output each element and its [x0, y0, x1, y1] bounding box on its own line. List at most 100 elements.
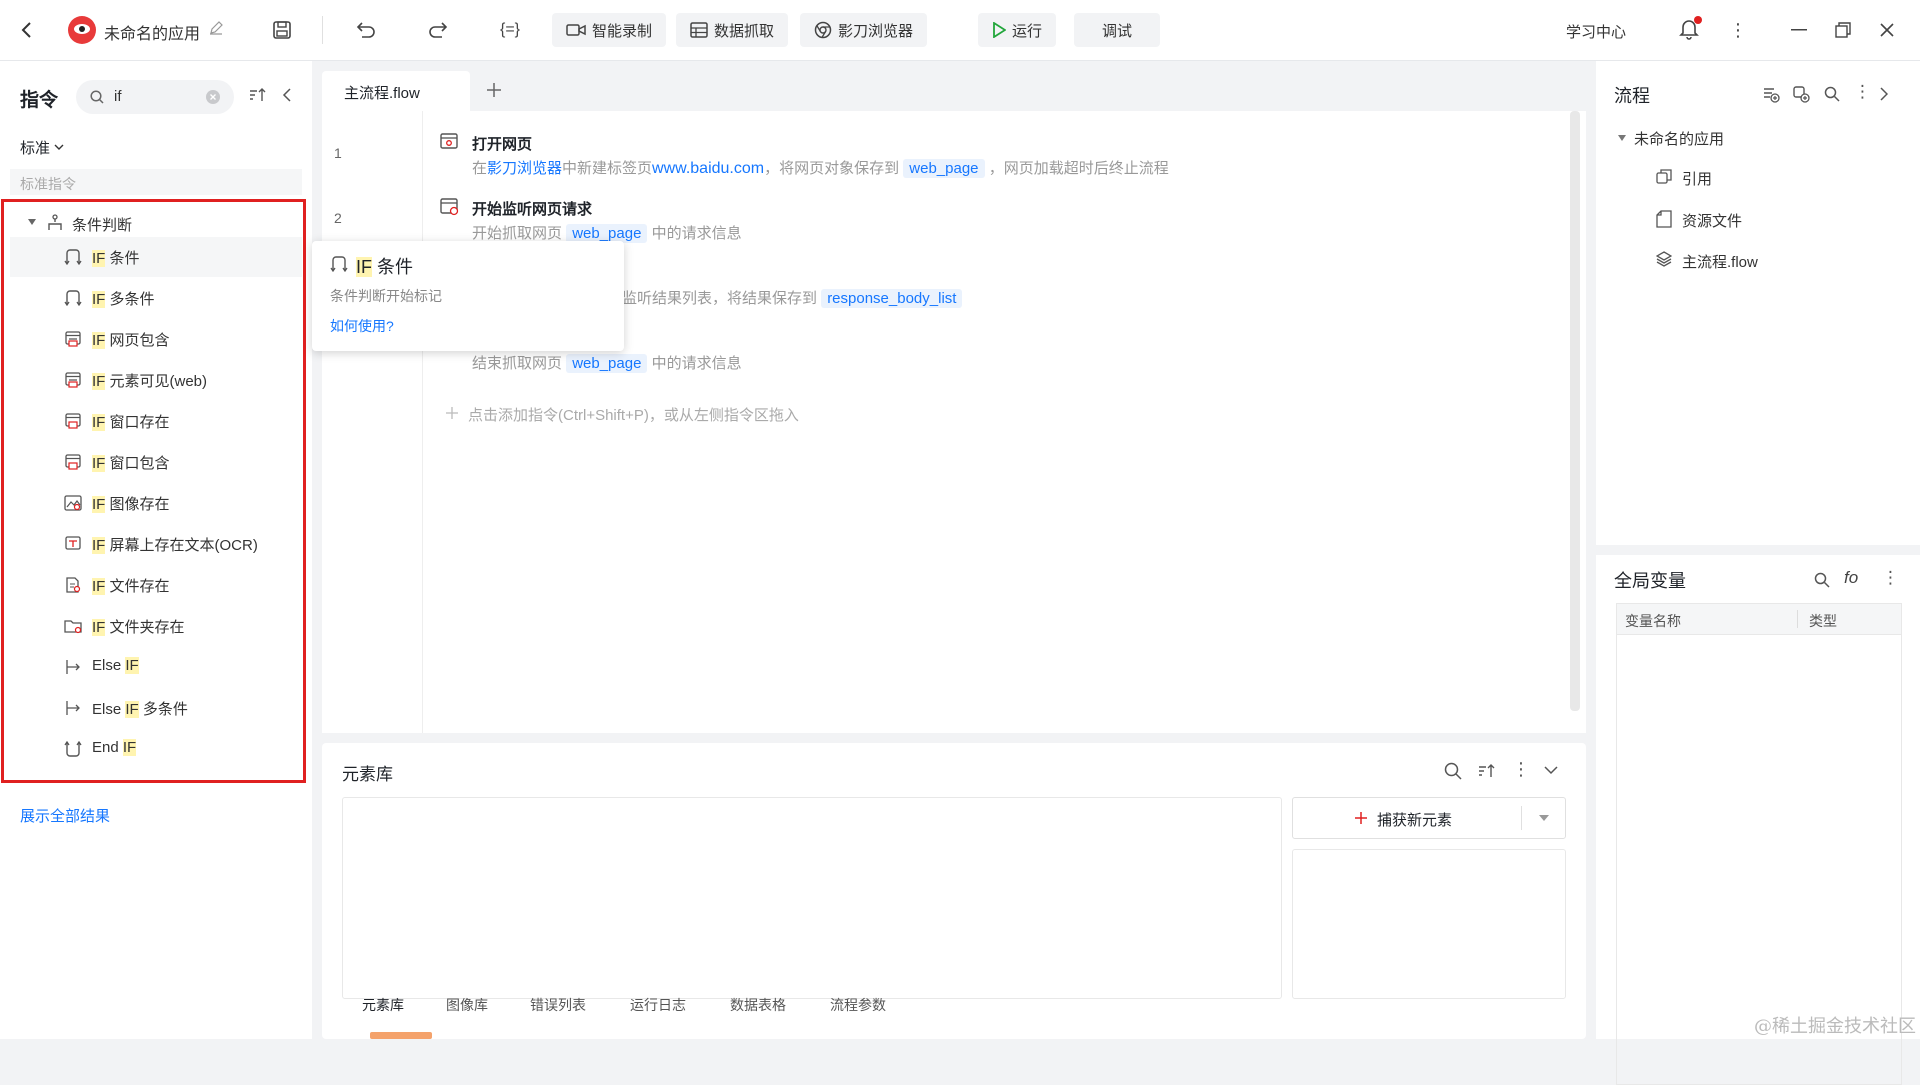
show-all-results-link[interactable]: 展示全部结果 [20, 805, 110, 826]
app-name: 未命名的应用 [104, 26, 201, 43]
close-icon[interactable] [1876, 18, 1898, 42]
divider [1521, 806, 1522, 830]
run-button[interactable]: 运行 [978, 13, 1057, 47]
flow-item-main[interactable]: 主流程.flow [1682, 251, 1758, 272]
function-icon[interactable]: fo [1844, 568, 1858, 588]
active-tab-indicator [370, 1032, 432, 1039]
filter-dropdown[interactable]: 标准 [20, 137, 64, 158]
flow-panel: 流程 ⋮ 未命名的应用 引用 资源文件 主流程.flow 全局变量 fo ⋮ 变… [1596, 61, 1920, 1085]
redo-icon[interactable] [426, 18, 450, 42]
tooltip-description: 条件判断开始标记 [330, 288, 442, 304]
back-icon[interactable] [16, 18, 36, 42]
bottom-tab[interactable]: 错误列表 [530, 995, 586, 1015]
variable-chip[interactable]: web_page [566, 354, 648, 373]
browser-label: 影刀浏览器 [838, 22, 914, 40]
step-1-description: 在影刀浏览器中新建标签页www.baidu.com，将网页对象保存到 web_p… [472, 159, 1169, 178]
global-variables-title: 全局变量 [1614, 571, 1686, 591]
caret-down-icon[interactable] [1539, 815, 1549, 821]
add-module-icon[interactable] [1792, 85, 1810, 103]
sort-icon[interactable] [248, 85, 268, 105]
caret-down-icon[interactable] [1618, 135, 1626, 141]
element-list-area[interactable] [342, 797, 1282, 999]
app-logo [68, 16, 96, 44]
sort-icon[interactable] [1478, 763, 1496, 779]
more-vertical-icon[interactable]: ⋮ [1729, 18, 1747, 42]
data-scrape-label: 数据抓取 [714, 22, 775, 40]
chrome-icon [814, 21, 832, 39]
element-library-panel: 元素库 ⋮ 捕获新元素 [322, 743, 1586, 1039]
step-number: 1 [334, 145, 342, 161]
add-flow-icon[interactable] [1762, 85, 1780, 103]
column-header-name: 变量名称 [1625, 613, 1681, 629]
search-icon [90, 90, 104, 104]
monitor-request-icon [440, 198, 459, 216]
layers-icon [1656, 251, 1672, 267]
selection-highlight-box [1, 199, 306, 783]
clear-search-icon[interactable] [206, 90, 220, 104]
url-value: www.baidu.com [652, 160, 765, 177]
step-title[interactable]: 开始监听网页请求 [472, 198, 592, 219]
search-icon[interactable] [1814, 572, 1830, 588]
reference-icon [1656, 169, 1672, 184]
capture-element-label: 捕获新元素 [1377, 812, 1453, 829]
section-header: 标准指令 [10, 169, 302, 195]
undo-icon[interactable] [354, 18, 378, 42]
filter-label: 标准 [20, 140, 51, 157]
bottom-tab[interactable]: 流程参数 [830, 995, 886, 1015]
command-panel: 指令 if 标准 标准指令 条件判断 IF 条件 IF 多条件 IF 网页包含 IF … [0, 61, 312, 1039]
watermark: @稀土掘金技术社区 [1754, 1016, 1916, 1037]
save-icon[interactable] [270, 18, 294, 42]
how-to-use-link[interactable]: 如何使用? [330, 316, 394, 336]
add-tab-icon[interactable] [484, 80, 504, 100]
variable-chip[interactable]: web_page [903, 159, 985, 178]
flow-item-resources[interactable]: 资源文件 [1682, 210, 1742, 231]
bottom-tab[interactable]: 运行日志 [630, 995, 686, 1015]
flow-item-reference[interactable]: 引用 [1682, 168, 1712, 189]
bell-icon[interactable] [1676, 16, 1702, 42]
browser-link[interactable]: 影刀浏览器 [487, 160, 562, 177]
tab-main-flow[interactable]: 主流程.flow [322, 71, 470, 111]
debug-label: 调试 [1101, 22, 1132, 40]
bottom-tab[interactable]: 元素库 [362, 995, 404, 1015]
chevron-right-icon[interactable] [1880, 87, 1888, 101]
step-4-description: 结束抓取网页 web_page 中的请求信息 [472, 354, 742, 373]
collapse-panel-icon[interactable] [278, 85, 294, 105]
more-vertical-icon[interactable]: ⋮ [1854, 82, 1871, 102]
step-title[interactable]: 打开网页 [472, 133, 532, 154]
step-number: 2 [334, 210, 342, 226]
learning-center-link[interactable]: 学习中心 [1566, 21, 1626, 42]
browser-button[interactable]: 影刀浏览器 [800, 13, 928, 47]
variable-chip[interactable]: response_body_list [821, 289, 963, 308]
search-icon[interactable] [1824, 86, 1840, 102]
top-bar: 未命名的应用 {=} 智能录制 数据抓取 影刀浏览器 运行 调试 学习中心 ⋮ [0, 0, 1920, 61]
plus-icon [446, 407, 458, 419]
search-icon[interactable] [1444, 762, 1462, 780]
command-search-input[interactable]: if [76, 80, 234, 114]
divider [1596, 545, 1920, 555]
play-icon [993, 22, 1006, 38]
command-panel-title: 指令 [20, 90, 59, 111]
restore-icon[interactable] [1832, 18, 1854, 42]
data-scrape-button[interactable]: 数据抓取 [676, 13, 789, 47]
variable-braces-icon[interactable]: {=} [496, 18, 524, 42]
edit-icon[interactable] [208, 20, 224, 36]
more-vertical-icon[interactable]: ⋮ [1882, 568, 1899, 588]
bottom-tab[interactable]: 数据表格 [730, 995, 786, 1015]
section-label: 标准指令 [20, 176, 76, 192]
add-command-hint[interactable]: 点击添加指令(Ctrl+Shift+P)，或从左侧指令区拖入 [468, 404, 799, 425]
element-preview-area [1292, 849, 1566, 999]
capture-element-button[interactable]: 捕获新元素 [1292, 797, 1566, 839]
bottom-tab[interactable]: 图像库 [446, 995, 488, 1015]
video-camera-icon [566, 24, 586, 36]
step-3-description: 监听结果列表，将结果保存到 response_body_list [622, 287, 963, 308]
more-vertical-icon[interactable]: ⋮ [1512, 759, 1530, 780]
editor-scrollbar[interactable] [1570, 111, 1580, 711]
smart-record-button[interactable]: 智能录制 [552, 13, 667, 47]
notification-dot [1694, 16, 1702, 24]
chevron-down-icon[interactable] [1544, 766, 1558, 775]
minimize-icon[interactable] [1788, 18, 1810, 42]
flow-root-item[interactable]: 未命名的应用 [1634, 128, 1724, 149]
resource-file-icon [1656, 210, 1672, 228]
tooltip-title: IF 条件 [356, 257, 414, 277]
debug-button[interactable]: 调试 [1074, 13, 1160, 47]
